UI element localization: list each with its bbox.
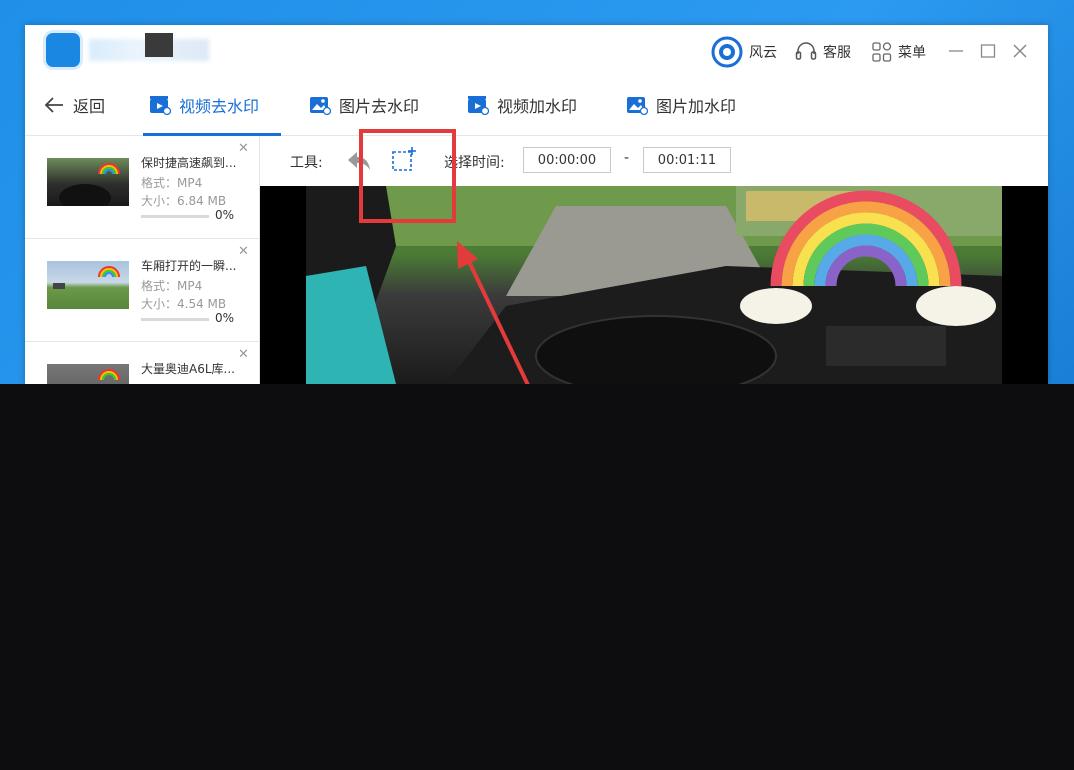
user-name: 风云: [749, 45, 777, 61]
video-thumbnail: [47, 364, 129, 384]
file-name: 车厢打开的一瞬...: [141, 259, 237, 273]
file-size: 大小：4.54 MB: [141, 297, 227, 311]
progress-percent: 0%: [215, 208, 235, 222]
image-icon: [310, 97, 331, 115]
annotation-highlight-box: [359, 129, 456, 223]
tab-label: 视频去水印: [179, 97, 260, 116]
feature-nav: 返回 视频去水印 图片去水印 视频加水印 图片加水印: [25, 77, 1048, 136]
user-avatar-icon: [711, 36, 743, 68]
minimize-icon[interactable]: [948, 43, 964, 59]
title-bar: 风云 客服 菜单: [25, 25, 1048, 77]
customer-service-button[interactable]: 客服: [795, 41, 851, 63]
file-format: 格式：MP4: [141, 176, 203, 190]
video-icon: [468, 96, 489, 115]
headset-icon: [795, 42, 817, 60]
video-icon: [150, 96, 171, 115]
list-item[interactable]: 大量奥迪A6L库... ✕: [25, 342, 259, 384]
image-icon: [627, 97, 648, 115]
progress-bar: [141, 215, 209, 218]
tools-label: 工具:: [290, 155, 323, 171]
file-size: 大小：6.84 MB: [141, 194, 227, 208]
redacted-block: [145, 33, 173, 57]
tab-label: 图片去水印: [339, 97, 420, 116]
remove-file-icon[interactable]: ✕: [238, 348, 249, 361]
file-name: 大量奥迪A6L库...: [141, 362, 235, 376]
service-label: 客服: [823, 45, 851, 61]
app-logo: [46, 33, 80, 67]
file-list: 保时捷高速飙到... 格式：MP4 大小：6.84 MB 0% ✕ 车厢打开的一…: [25, 136, 260, 384]
progress-bar: [141, 318, 209, 321]
start-time-input[interactable]: 00:00:00: [523, 147, 611, 173]
tab-video-remove-watermark[interactable]: 视频去水印: [149, 91, 259, 119]
menu-button[interactable]: 菜单: [872, 41, 926, 63]
file-format: 格式：MP4: [141, 279, 203, 293]
dark-region: [0, 384, 1074, 770]
annotation-arrow-icon: [457, 241, 530, 385]
tab-video-add-watermark[interactable]: 视频加水印: [467, 91, 577, 119]
tab-image-remove-watermark[interactable]: 图片去水印: [309, 91, 419, 119]
maximize-icon[interactable]: [980, 43, 996, 59]
close-icon[interactable]: [1012, 43, 1028, 59]
file-name: 保时捷高速飙到...: [141, 156, 237, 170]
remove-file-icon[interactable]: ✕: [238, 142, 249, 155]
remove-file-icon[interactable]: ✕: [238, 245, 249, 258]
list-item[interactable]: 车厢打开的一瞬... 格式：MP4 大小：4.54 MB 0% ✕: [25, 239, 259, 342]
grid-menu-icon: [872, 42, 892, 62]
video-thumbnail: [47, 158, 129, 206]
video-thumbnail: [47, 261, 129, 309]
back-button[interactable]: 返回: [43, 91, 105, 119]
end-time-input[interactable]: 00:01:11: [643, 147, 731, 173]
tab-image-add-watermark[interactable]: 图片加水印: [626, 91, 736, 119]
tab-label: 图片加水印: [656, 97, 737, 116]
user-account[interactable]: 风云: [711, 36, 777, 68]
progress-percent: 0%: [215, 311, 235, 325]
tab-label: 视频加水印: [497, 97, 578, 116]
menu-label: 菜单: [898, 45, 926, 61]
list-item[interactable]: 保时捷高速飙到... 格式：MP4 大小：6.84 MB 0% ✕: [25, 136, 259, 239]
arrow-left-icon: [44, 97, 63, 113]
back-label: 返回: [73, 97, 106, 116]
time-separator: -: [624, 150, 630, 166]
